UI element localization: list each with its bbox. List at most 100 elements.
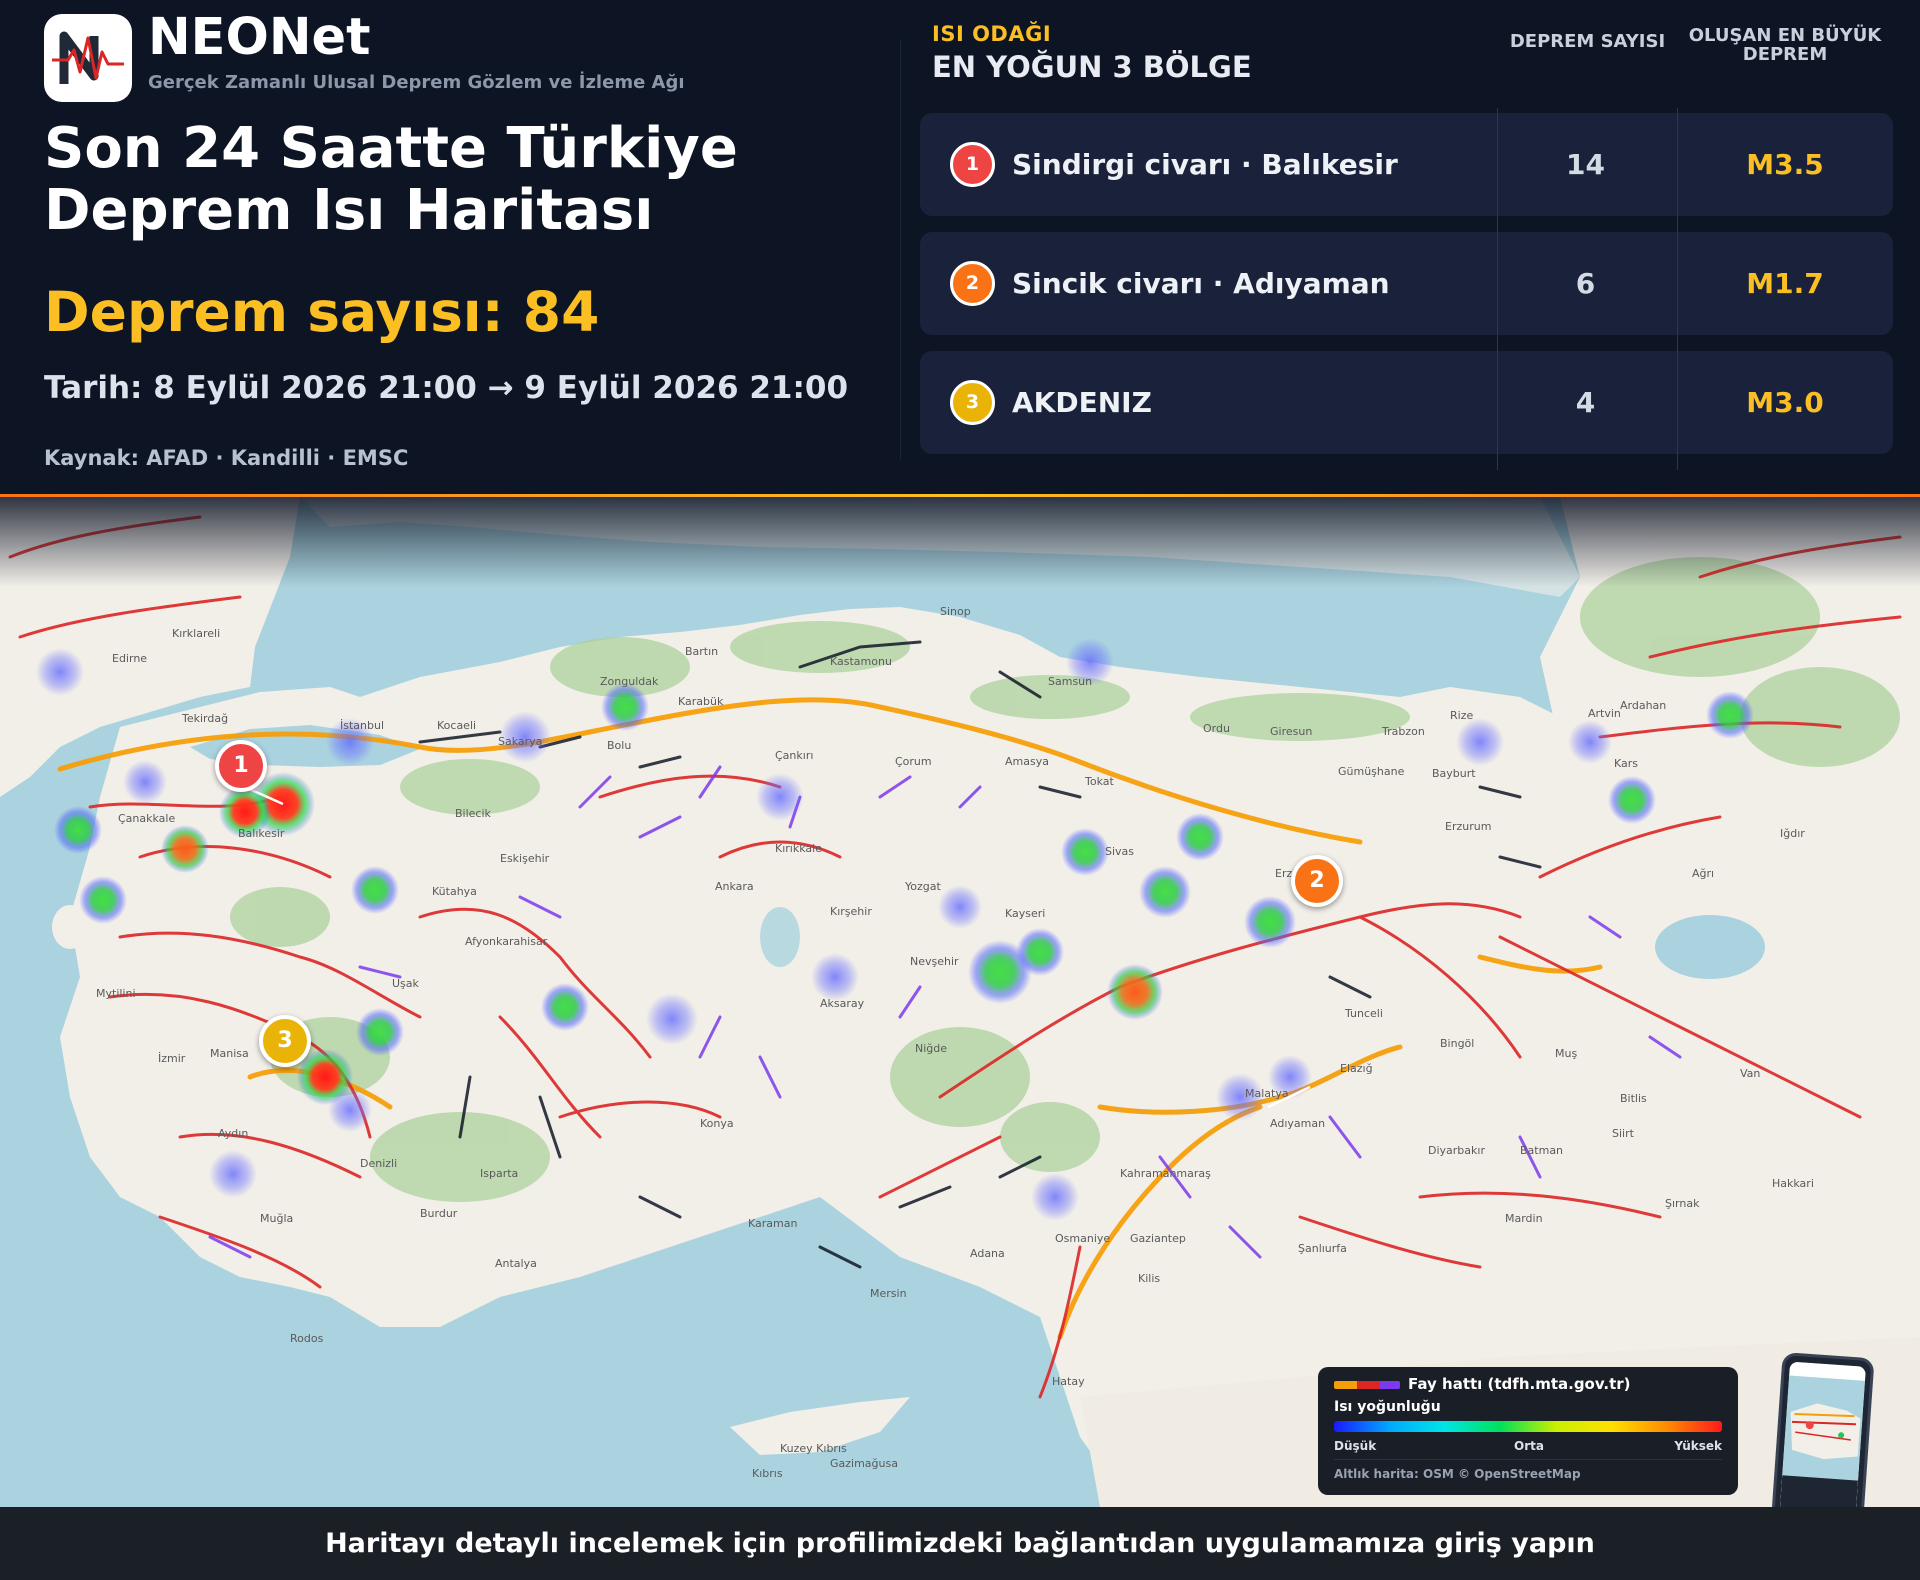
city-label: Kırşehir [830, 905, 872, 918]
heat-spot [1176, 813, 1224, 861]
heat-spot [356, 1008, 404, 1056]
map-canvas: Sinop Kastamonu Samsun Ordu Giresun Trabzon Ri… [0, 497, 1920, 1507]
van-lake [1655, 915, 1765, 979]
region-name: AKDENIZ [1012, 386, 1152, 419]
city-label: Samsun [1048, 675, 1092, 688]
city-label: Isparta [480, 1167, 518, 1180]
city-label: Artvin [1588, 707, 1621, 720]
city-label: Ankara [715, 880, 754, 893]
footer-call-to-action[interactable]: Haritayı detaylı incelemek için profilim… [0, 1507, 1920, 1580]
city-label: Sivas [1105, 845, 1134, 858]
heat-spot [209, 1150, 257, 1198]
heat-spot [1031, 1173, 1079, 1221]
city-label: Siirt [1612, 1127, 1635, 1140]
city-label: Bayburt [1432, 767, 1476, 780]
city-label: Manisa [210, 1047, 249, 1060]
date-range: Tarih: 8 Eylül 2026 21:00 → 9 Eylül 2026… [44, 370, 849, 406]
heat-spot [1244, 896, 1296, 948]
data-source: Kaynak: AFAD · Kandilli · EMSC [44, 446, 409, 470]
city-label: Muş [1555, 1047, 1577, 1060]
city-label: Gümüşhane [1338, 765, 1405, 778]
map-marker-1[interactable]: 1 [215, 740, 267, 792]
city-label: Şırnak [1665, 1197, 1700, 1210]
city-label: Burdur [420, 1207, 458, 1220]
brand-name: NEONet [148, 8, 371, 67]
city-label: Bartın [685, 645, 718, 658]
city-label: Bingöl [1440, 1037, 1474, 1050]
region-max-magnitude: M3.5 [1746, 148, 1824, 181]
city-label: Yozgat [904, 880, 941, 893]
map-marker-3[interactable]: 3 [259, 1015, 311, 1067]
hotspot-row: 3 AKDENIZ 4 M3.0 [920, 351, 1893, 454]
city-label: Sakarya [498, 735, 542, 748]
city-label: Kayseri [1005, 907, 1045, 920]
city-label: Edirne [112, 652, 147, 665]
heat-spot [541, 983, 589, 1031]
header-divider [900, 40, 901, 460]
heat-map[interactable]: Sinop Kastamonu Samsun Ordu Giresun Trabzon Ri… [0, 497, 1920, 1507]
city-label: Van [1740, 1067, 1760, 1080]
brand-tagline: Gerçek Zamanlı Ulusal Deprem Gözlem ve İ… [148, 72, 685, 93]
city-label: Karaman [748, 1217, 797, 1230]
legend-basemap: Altlık harita: OSM © OpenStreetMap [1334, 1467, 1581, 1481]
map-marker-2[interactable]: 2 [1291, 855, 1343, 907]
city-label: Giresun [1270, 725, 1312, 738]
map-legend: Fay hattı (tdfh.mta.gov.tr) Isı yoğunluğ… [1318, 1367, 1738, 1495]
heat-spot [811, 953, 859, 1001]
city-label: Hakkari [1772, 1177, 1814, 1190]
city-label: Diyarbakır [1428, 1144, 1485, 1157]
column-header-magnitude-text: OLUŞAN EN BÜYÜK DEPREM [1688, 25, 1882, 65]
heat-spot [1568, 720, 1612, 764]
seismograph-logo-icon [44, 14, 132, 102]
region-name: Sincik civarı · Adıyaman [1012, 267, 1390, 300]
city-label: Ağrı [1692, 867, 1714, 880]
heat-gradient-bar [1334, 1421, 1722, 1432]
hotspot-row: 2 Sincik civarı · Adıyaman 6 M1.7 [920, 232, 1893, 335]
city-label: Elazığ [1340, 1062, 1373, 1075]
heat-spot [1706, 691, 1754, 739]
legend-fault-line: Fay hattı (tdfh.mta.gov.tr) [1408, 1375, 1631, 1393]
city-label: İzmir [158, 1052, 186, 1065]
region-count: 4 [1575, 386, 1596, 419]
city-label: Uşak [392, 977, 420, 990]
city-label: Mersin [870, 1287, 907, 1300]
city-label: Trabzon [1381, 725, 1425, 738]
heat-spot [79, 876, 127, 924]
legend-divider [1334, 1459, 1722, 1460]
earthquake-count: Deprem sayısı: 84 [44, 280, 600, 344]
heat-spot [36, 648, 84, 696]
region-max-magnitude: M3.0 [1746, 386, 1824, 419]
heat-spot [601, 683, 649, 731]
city-label: Bolu [607, 739, 631, 752]
legend-heat-title: Isı yoğunluğu [1334, 1399, 1441, 1415]
city-label: Ardahan [1620, 699, 1666, 712]
city-label: Adana [970, 1247, 1005, 1260]
city-label: İstanbul [340, 719, 384, 732]
island [88, 1078, 132, 1106]
city-label: Kars [1614, 757, 1638, 770]
city-label: Kırklareli [172, 627, 220, 640]
table-divider [1497, 108, 1498, 470]
rank-badge: 2 [950, 261, 995, 306]
heat-spot [54, 806, 102, 854]
city-label: Kilis [1138, 1272, 1160, 1285]
city-label: Tokat [1084, 775, 1114, 788]
region-max-magnitude: M1.7 [1746, 267, 1824, 300]
city-label: Antalya [495, 1257, 537, 1270]
heat-spot [1456, 718, 1504, 766]
city-label: Balıkesir [238, 827, 285, 840]
city-label: Kütahya [432, 885, 477, 898]
city-label: Çorum [895, 755, 932, 768]
heat-spot [1139, 866, 1191, 918]
city-label: Gazimağusa [830, 1457, 898, 1470]
city-label: Kocaeli [437, 719, 476, 732]
map-top-shade [0, 497, 1920, 587]
city-label: Çanakkale [118, 812, 175, 825]
city-label: Zonguldak [600, 675, 659, 688]
footer: Haritayı detaylı incelemek için profilim… [0, 1507, 1920, 1580]
heat-spot [1608, 776, 1656, 824]
region-name: Sindirgi civarı · Balıkesir [1012, 148, 1398, 181]
heat-spot [123, 760, 167, 804]
city-label: Sinop [940, 605, 971, 618]
legend-high: Yüksek [1674, 1439, 1722, 1453]
